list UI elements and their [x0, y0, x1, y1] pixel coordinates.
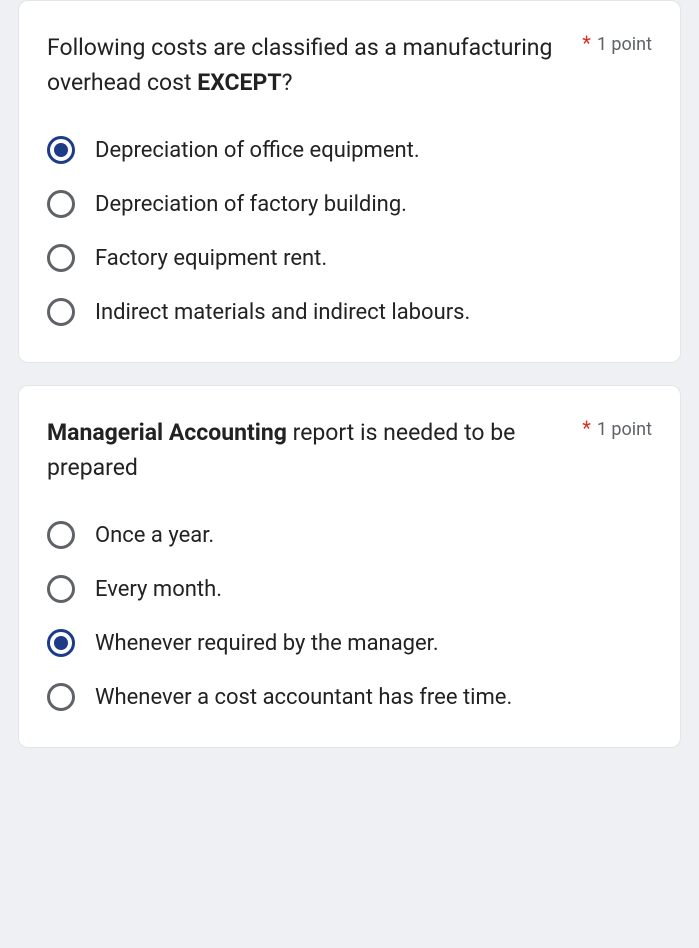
option-label: Once a year. [95, 523, 214, 548]
radio-selected-icon [47, 136, 75, 164]
question-text-post: ? [282, 69, 293, 96]
question-text: Following costs are classified as a manu… [47, 31, 582, 100]
question-card: Managerial Accounting report is needed t… [18, 385, 681, 748]
radio-unselected-icon [47, 190, 75, 218]
radio-unselected-icon [47, 521, 75, 549]
option-label: Indirect materials and indirect labours. [95, 300, 470, 325]
question-header: Following costs are classified as a manu… [47, 31, 652, 100]
question-meta: * 1 point [582, 31, 652, 55]
options-group: Once a year. Every month. Whenever requi… [47, 521, 652, 711]
question-text-pre: Following costs are classified as a manu… [47, 34, 552, 96]
question-text-bold-lead: Managerial Accounting [47, 419, 287, 446]
option-row[interactable]: Depreciation of factory building. [47, 190, 652, 218]
question-text-bold: EXCEPT [197, 69, 281, 96]
radio-unselected-icon [47, 244, 75, 272]
option-label: Every month. [95, 577, 222, 602]
option-row[interactable]: Once a year. [47, 521, 652, 549]
option-row[interactable]: Whenever required by the manager. [47, 629, 652, 657]
points-label: 1 point [597, 34, 652, 55]
options-group: Depreciation of office equipment. Deprec… [47, 136, 652, 326]
option-label: Depreciation of office equipment. [95, 138, 420, 163]
option-label: Whenever required by the manager. [95, 631, 439, 656]
option-row[interactable]: Whenever a cost accountant has free time… [47, 683, 652, 711]
option-row[interactable]: Every month. [47, 575, 652, 603]
question-header: Managerial Accounting report is needed t… [47, 416, 652, 485]
option-row[interactable]: Depreciation of office equipment. [47, 136, 652, 164]
option-label: Whenever a cost accountant has free time… [95, 685, 512, 710]
option-row[interactable]: Indirect materials and indirect labours. [47, 298, 652, 326]
question-text: Managerial Accounting report is needed t… [47, 416, 582, 485]
option-row[interactable]: Factory equipment rent. [47, 244, 652, 272]
required-mark: * [582, 31, 591, 55]
question-meta: * 1 point [582, 416, 652, 440]
radio-unselected-icon [47, 575, 75, 603]
option-label: Factory equipment rent. [95, 246, 327, 271]
option-label: Depreciation of factory building. [95, 192, 407, 217]
radio-unselected-icon [47, 683, 75, 711]
radio-selected-icon [47, 629, 75, 657]
required-mark: * [582, 416, 591, 440]
radio-unselected-icon [47, 298, 75, 326]
question-card: Following costs are classified as a manu… [18, 0, 681, 363]
points-label: 1 point [597, 419, 652, 440]
